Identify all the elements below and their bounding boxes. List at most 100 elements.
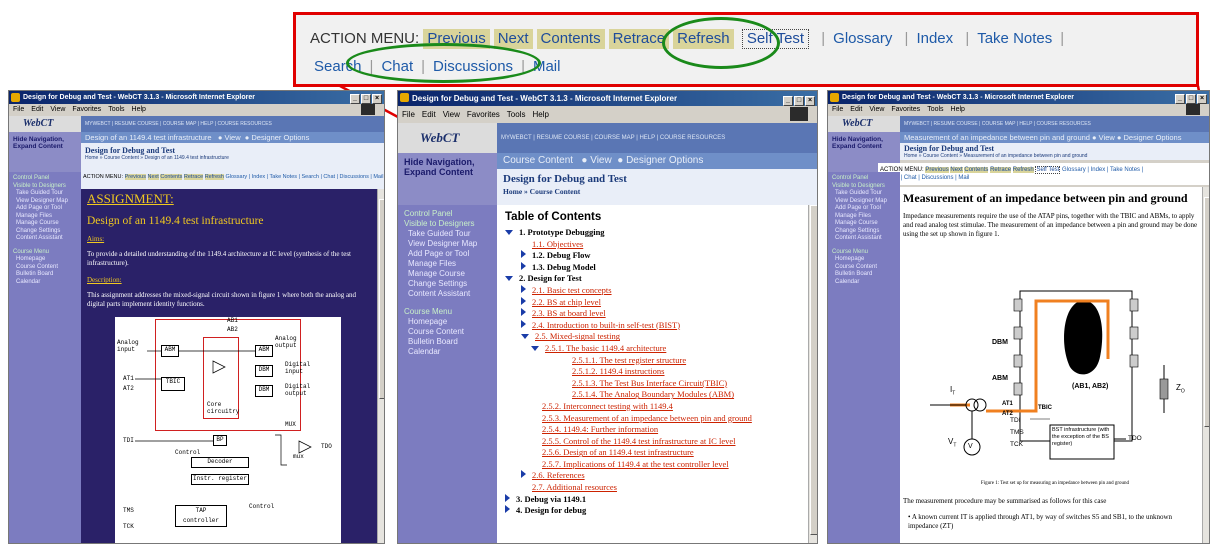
toc-item[interactable]: 2.6. References bbox=[505, 470, 800, 482]
expanded-triangle-icon[interactable] bbox=[505, 230, 513, 235]
sidebar-item-add-page[interactable]: Add Page or Tool bbox=[13, 205, 77, 213]
sidebar-item-designer-map[interactable]: View Designer Map bbox=[832, 198, 896, 206]
next-button[interactable]: Next bbox=[147, 174, 159, 180]
sidebar-item-settings[interactable]: Change Settings bbox=[404, 279, 491, 289]
toc-item[interactable]: 2.5.1.1. The test register structure bbox=[505, 355, 800, 367]
sidebar-item-bulletin-board[interactable]: Bulletin Board bbox=[404, 337, 491, 347]
collapsed-triangle-icon[interactable] bbox=[521, 319, 526, 328]
top-navigation[interactable]: MYWEBCT | RESUME COURSE | COURSE MAP | H… bbox=[900, 116, 1209, 132]
toc-item[interactable]: 2.5.6. Design of an 1149.4 test infrastr… bbox=[505, 447, 800, 459]
minimize-icon[interactable]: _ bbox=[783, 96, 793, 106]
menu-file[interactable]: File bbox=[13, 106, 24, 113]
toc-item[interactable]: 2.5.1. The basic 1149.4 architecture bbox=[505, 343, 800, 355]
sidebar-item-manage-files[interactable]: Manage Files bbox=[13, 213, 77, 221]
toc-item-label[interactable]: 1.1. Objectives bbox=[532, 239, 583, 249]
action-links[interactable]: Glossary | Index | Take Notes | Search |… bbox=[225, 174, 383, 180]
menu-tools[interactable]: Tools bbox=[507, 110, 526, 119]
sidebar-item-content-assistant[interactable]: Content Assistant bbox=[832, 235, 896, 243]
toc-item[interactable]: 2.2. BS at chip level bbox=[505, 296, 800, 309]
sidebar-item-manage-course[interactable]: Manage Course bbox=[832, 220, 896, 228]
sidebar-item-calendar[interactable]: Calendar bbox=[404, 347, 491, 357]
expanded-triangle-icon[interactable] bbox=[521, 334, 529, 340]
menu-favorites[interactable]: Favorites bbox=[467, 110, 500, 119]
window-controls[interactable]: _ □ × bbox=[782, 92, 815, 107]
toc-item-label[interactable]: 2.5.1.1. The test register structure bbox=[572, 355, 686, 365]
toc-item[interactable]: 2.4. Introduction to built-in self-test … bbox=[505, 319, 800, 332]
collapsed-triangle-icon[interactable] bbox=[521, 470, 526, 479]
toc-item[interactable]: 3. Debug via 1149.1 bbox=[505, 493, 800, 506]
view-radio[interactable]: View bbox=[224, 133, 240, 142]
designer-options-radio[interactable]: Designer Options bbox=[1124, 133, 1182, 142]
menu-tools[interactable]: Tools bbox=[927, 106, 943, 113]
close-icon[interactable]: × bbox=[1197, 94, 1207, 104]
toc-item[interactable]: 1.3. Debug Model bbox=[505, 261, 800, 274]
previous-button[interactable]: Previous bbox=[925, 167, 949, 173]
sidebar-item-course-content[interactable]: Course Content bbox=[832, 264, 896, 272]
refresh-button[interactable]: Refresh bbox=[204, 174, 224, 180]
toc-item[interactable]: 2.5.1.3. The Test Bus Interface Circuit(… bbox=[505, 378, 800, 390]
sidebar-item-tour[interactable]: Take Guided Tour bbox=[404, 229, 491, 239]
previous-button[interactable]: Previous bbox=[124, 174, 146, 180]
top-navigation[interactable]: MYWEBCT | RESUME COURSE | COURSE MAP | H… bbox=[81, 116, 384, 132]
sidebar-item-calendar[interactable]: Calendar bbox=[832, 279, 896, 287]
menu-help[interactable]: Help bbox=[532, 110, 548, 119]
collapsed-triangle-icon[interactable] bbox=[521, 261, 526, 270]
menu-edit[interactable]: Edit bbox=[31, 106, 43, 113]
toc-item[interactable]: 2.5. Mixed-signal testing bbox=[505, 331, 800, 343]
toc-item[interactable]: 1. Prototype Debugging bbox=[505, 227, 800, 239]
toc-item-label[interactable]: 2.6. References bbox=[532, 470, 585, 480]
sidebar-item-content-assistant[interactable]: Content Assistant bbox=[404, 289, 491, 299]
menu-edit[interactable]: Edit bbox=[850, 106, 862, 113]
toc-item-label[interactable]: 2.5.5. Control of the 1149.4 test infras… bbox=[542, 436, 736, 446]
sidebar-item-bulletin-board[interactable]: Bulletin Board bbox=[13, 271, 77, 279]
menu-favorites[interactable]: Favorites bbox=[891, 106, 920, 113]
toc-item-label[interactable]: 2.4. Introduction to built-in self-test … bbox=[532, 320, 680, 330]
maximize-icon[interactable]: □ bbox=[361, 94, 371, 104]
view-radio[interactable]: View bbox=[590, 155, 612, 166]
toc-item-label[interactable]: 2.5.1.4. The Analog Boundary Modules (AB… bbox=[572, 389, 734, 399]
toc-item[interactable]: 2.1. Basic test concepts bbox=[505, 284, 800, 297]
scrollbar[interactable] bbox=[377, 189, 384, 543]
sidebar-item-tour[interactable]: Take Guided Tour bbox=[832, 190, 896, 198]
collapsed-triangle-icon[interactable] bbox=[505, 505, 510, 514]
menu-file[interactable]: File bbox=[402, 110, 415, 119]
toc-item-label[interactable]: 2.1. Basic test concepts bbox=[532, 285, 612, 295]
expanded-triangle-icon[interactable] bbox=[531, 345, 539, 351]
retrace-button[interactable]: Retrace bbox=[183, 174, 204, 180]
toc-item[interactable]: 2.5.3. Measurement of an impedance betwe… bbox=[505, 413, 800, 425]
breadcrumb[interactable]: Home » Course Content bbox=[503, 187, 813, 196]
close-icon[interactable]: × bbox=[372, 94, 382, 104]
toc-item[interactable]: 2.5.2. Interconnect testing with 1149.4 bbox=[505, 401, 800, 413]
menu-file[interactable]: File bbox=[832, 106, 843, 113]
toc-item-label[interactable]: 2.5.2. Interconnect testing with 1149.4 bbox=[542, 401, 673, 411]
breadcrumb[interactable]: Home » Course Content » Measurement of a… bbox=[904, 153, 1207, 159]
sidebar-item-add-page[interactable]: Add Page or Tool bbox=[404, 249, 491, 259]
toc-item[interactable]: 2.5.1.4. The Analog Boundary Modules (AB… bbox=[505, 389, 800, 401]
toc-item[interactable]: 1.2. Debug Flow bbox=[505, 250, 800, 262]
toc-item-label[interactable]: 2.5.7. Implications of 1149.4 at the tes… bbox=[542, 459, 729, 469]
action-links[interactable]: Glossary | Index | Take Notes | bbox=[1062, 167, 1143, 173]
sidebar-item-calendar[interactable]: Calendar bbox=[13, 279, 77, 287]
sidebar-item-manage-course[interactable]: Manage Course bbox=[13, 220, 77, 228]
maximize-icon[interactable]: □ bbox=[794, 96, 804, 106]
view-radio[interactable]: View bbox=[1099, 133, 1115, 142]
sidebar-heading-control-panel[interactable]: Control Panel bbox=[13, 175, 77, 183]
collapsed-triangle-icon[interactable] bbox=[505, 493, 510, 502]
toc-item-label[interactable]: 2.3. BS at board level bbox=[532, 308, 606, 318]
collapsed-triangle-icon[interactable] bbox=[521, 308, 526, 317]
sidebar-item-settings[interactable]: Change Settings bbox=[13, 228, 77, 236]
contents-button[interactable]: Contents bbox=[964, 167, 989, 173]
scrollbar[interactable] bbox=[808, 205, 817, 543]
menu-help[interactable]: Help bbox=[132, 106, 146, 113]
collapsed-triangle-icon[interactable] bbox=[521, 250, 526, 259]
toc-item-label[interactable]: 2.7. Additional resources bbox=[532, 482, 617, 492]
toc-item[interactable]: 2.5.5. Control of the 1149.4 test infras… bbox=[505, 436, 800, 448]
sidebar-item-add-page[interactable]: Add Page or Tool bbox=[832, 205, 896, 213]
sidebar-item-manage-course[interactable]: Manage Course bbox=[404, 269, 491, 279]
maximize-icon[interactable]: □ bbox=[1186, 94, 1196, 104]
expanded-triangle-icon[interactable] bbox=[505, 276, 513, 282]
sidebar-item-homepage[interactable]: Homepage bbox=[404, 317, 491, 327]
sidebar-item-course-content[interactable]: Course Content bbox=[404, 327, 491, 337]
toc-item-label[interactable]: 2.5.1.2. 1149.4 instructions bbox=[572, 366, 664, 376]
menu-tools[interactable]: Tools bbox=[108, 106, 124, 113]
